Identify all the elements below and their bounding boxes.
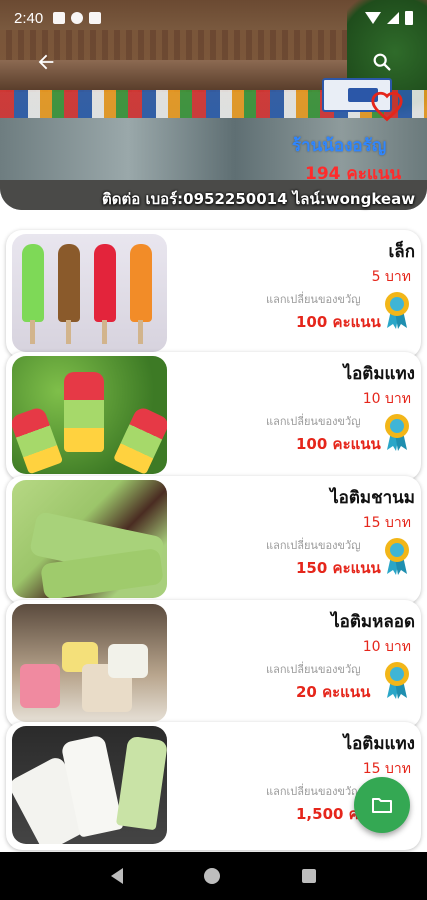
product-card[interactable]: เล็ก 5 บาท แลกเปลี่ยนของขวัญ 100 คะแนน xyxy=(6,230,421,358)
product-name: เล็ก xyxy=(388,242,415,262)
product-image xyxy=(12,356,167,474)
redeem-label: แลกเปลี่ยนของขวัญ xyxy=(266,539,361,552)
product-list[interactable]: เล็ก 5 บาท แลกเปลี่ยนของขวัญ 100 คะแนน ไ… xyxy=(0,210,427,852)
nav-recents-icon[interactable] xyxy=(302,869,317,883)
favorite-button[interactable] xyxy=(370,90,404,126)
product-name: ไอติมหลอด xyxy=(331,612,415,632)
product-card[interactable]: ไอติมหลอด 10 บาท แลกเปลี่ยนของขวัญ 20 คะ… xyxy=(6,600,421,728)
product-name: ไอติมชานม xyxy=(330,488,415,508)
product-price: 5 บาท xyxy=(371,269,411,285)
search-button[interactable] xyxy=(366,46,398,78)
nav-home-icon[interactable] xyxy=(204,868,221,884)
battery-icon xyxy=(405,11,413,25)
folder-icon xyxy=(372,798,392,813)
product-name: ไอติมแทง xyxy=(343,364,415,384)
redeem-points: 100 คะแนน xyxy=(296,313,381,331)
redeem-points: 150 คะแนน xyxy=(296,559,381,577)
product-image xyxy=(12,234,167,352)
product-image xyxy=(12,726,167,844)
product-price: 15 บาท xyxy=(362,515,411,531)
search-icon xyxy=(373,53,391,71)
product-card[interactable]: ไอติมแทง 10 บาท แลกเปลี่ยนของขวัญ 100 คะ… xyxy=(6,352,421,480)
contact-info: ติดต่อ เบอร์:0952250014 ไลน์:wongkeaw xyxy=(102,190,416,208)
system-nav-bar xyxy=(0,852,427,900)
heart-icon xyxy=(371,91,403,122)
redeem-points: 100 คะแนน xyxy=(296,435,381,453)
back-button[interactable] xyxy=(30,46,62,78)
product-image xyxy=(12,480,167,598)
nav-back-icon[interactable] xyxy=(110,868,123,884)
folder-fab-button[interactable] xyxy=(354,777,410,833)
product-card[interactable]: ไอติมชานม 15 บาท แลกเปลี่ยนของขวัญ 150 ค… xyxy=(6,476,421,604)
status-bar: 2:40 xyxy=(0,0,427,36)
product-image xyxy=(12,604,167,722)
signal-icon xyxy=(387,12,399,24)
product-price: 10 บาท xyxy=(362,639,411,655)
sim-icon xyxy=(89,12,102,24)
shop-name: ร้านน้องอรัญ xyxy=(292,136,387,156)
redeem-label: แลกเปลี่ยนของขวัญ xyxy=(266,415,361,428)
redeem-label: แลกเปลี่ยนของขวัญ xyxy=(266,785,361,798)
notification-icon xyxy=(53,12,66,24)
wifi-icon xyxy=(365,12,381,24)
user-points: 194 คะแนน xyxy=(305,164,402,184)
notification-icon xyxy=(71,12,84,24)
ribbon-medal-icon[interactable] xyxy=(382,412,412,452)
redeem-points: 20 คะแนน xyxy=(296,683,371,701)
arrow-left-icon xyxy=(38,54,54,70)
ribbon-medal-icon[interactable] xyxy=(382,290,412,330)
product-card[interactable]: ไอติมแทง 15 บาท แลกเปลี่ยนของขวัญ 1,500 … xyxy=(6,722,421,850)
redeem-label: แลกเปลี่ยนของขวัญ xyxy=(266,663,361,676)
ribbon-medal-icon[interactable] xyxy=(382,660,412,700)
status-time: 2:40 xyxy=(14,9,44,27)
product-price: 10 บาท xyxy=(362,391,411,407)
redeem-label: แลกเปลี่ยนของขวัญ xyxy=(266,293,361,306)
ribbon-medal-icon[interactable] xyxy=(382,536,412,576)
product-name: ไอติมแทง xyxy=(343,734,415,754)
